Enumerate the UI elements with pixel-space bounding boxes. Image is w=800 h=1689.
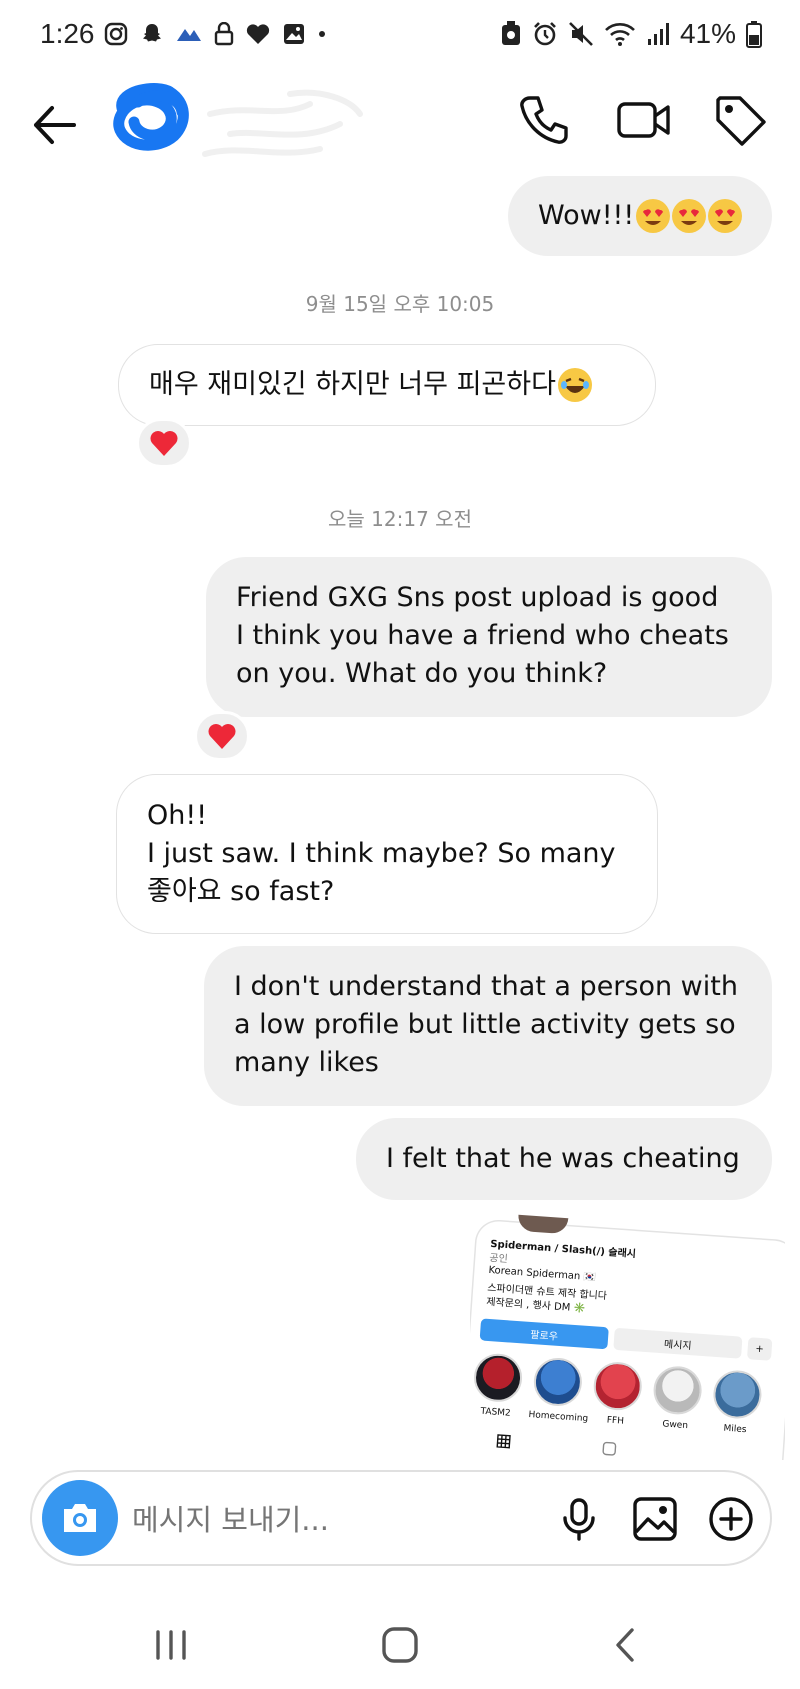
gallery-icon[interactable] — [630, 1494, 680, 1544]
timestamp: 오늘 12:17 오전 — [328, 507, 472, 531]
camera-button[interactable] — [42, 1480, 118, 1556]
status-time: 1:26 — [40, 18, 95, 49]
heart-icon — [208, 724, 236, 749]
recent-apps-icon[interactable] — [146, 1620, 196, 1670]
message-incoming[interactable]: 매우 재미있긴 하지만 너무 피곤하다 — [118, 344, 656, 426]
wifi-icon — [605, 23, 635, 46]
video-call-icon[interactable] — [616, 92, 672, 148]
follow-button: 팔로우 — [479, 1318, 609, 1350]
message-line: I just saw. I think maybe? So many — [147, 838, 616, 869]
reels-icon — [602, 1441, 617, 1456]
grid-icon — [496, 1434, 511, 1449]
message-line: many likes — [234, 1047, 379, 1078]
profile-name: Spiderman / Slash(/) 슬래시 — [489, 1238, 637, 1261]
message-line: a low profile but little activity gets s… — [234, 1009, 736, 1040]
message-outgoing[interactable]: I felt that he was cheating — [356, 1118, 772, 1200]
message-line: Oh!! — [147, 800, 208, 831]
battery-percent: 41% — [679, 18, 736, 49]
story-highlight: Miles — [708, 1368, 766, 1437]
snapchat-icon — [143, 24, 161, 42]
tag-icon[interactable] — [712, 92, 768, 148]
back-nav-icon[interactable] — [601, 1620, 651, 1670]
system-navigation-bar — [0, 1600, 800, 1689]
status-notification-icons — [104, 22, 326, 46]
phone-icon[interactable] — [516, 92, 572, 148]
heart-eyes-emoji-icon — [636, 199, 671, 233]
story-highlight: TASM2 — [470, 1352, 527, 1420]
back-arrow-icon[interactable] — [28, 98, 82, 152]
message-outgoing[interactable]: I don't understand that a person with a … — [204, 946, 772, 1106]
message-line: I don't understand that a person with — [234, 971, 738, 1002]
story-highlight: FFH — [588, 1360, 646, 1428]
cloud-icon — [177, 29, 201, 41]
status-bar: 1:26 41% — [0, 0, 800, 74]
signal-icon — [647, 23, 669, 45]
lock-icon — [214, 22, 234, 46]
camera-icon — [64, 1504, 96, 1532]
message-composer — [30, 1470, 772, 1566]
message-outgoing[interactable]: Wow!!! — [508, 176, 772, 256]
microphone-icon[interactable] — [554, 1494, 604, 1544]
battery-saver-icon — [501, 21, 520, 45]
avatar-redacted[interactable] — [108, 78, 198, 158]
message-line: on you. What do you think? — [236, 658, 608, 689]
add-person-icon: + — [746, 1337, 773, 1361]
profile-category: 공인 — [488, 1252, 509, 1266]
gallery-status-icon — [284, 24, 304, 44]
more-dot-icon — [319, 31, 325, 37]
status-system-icons: 41% — [500, 18, 762, 50]
heart-reaction[interactable] — [194, 711, 250, 761]
home-icon[interactable] — [375, 1620, 425, 1670]
laughing-emoji-icon — [557, 368, 592, 402]
shared-image-message[interactable]: Spiderman / Slash(/) 슬래시 공인 Korean Spide… — [470, 1212, 785, 1460]
alarm-icon — [534, 22, 556, 46]
message-text: Wow!!! — [538, 200, 635, 231]
message-line: 좋아요 so fast? — [147, 876, 335, 907]
chat-header — [0, 74, 800, 174]
highlight-label: TASM2 — [480, 1406, 511, 1419]
message-text: I felt that he was cheating — [386, 1143, 740, 1174]
instagram-icon — [104, 22, 128, 46]
timestamp: 9월 15일 오후 10:05 — [305, 292, 495, 316]
message-line: I think you have a friend who cheats — [236, 620, 729, 651]
add-content-icon[interactable] — [706, 1494, 756, 1544]
highlight-label: FFH — [606, 1415, 625, 1427]
message-incoming[interactable]: Oh!! I just saw. I think maybe? So many … — [116, 774, 658, 934]
heart-icon — [150, 431, 178, 456]
highlight-label: Miles — [723, 1423, 747, 1436]
heart-reaction[interactable] — [136, 418, 192, 468]
highlight-label: Gwen — [662, 1419, 689, 1432]
message-button: 메시지 — [613, 1327, 743, 1359]
profile-picture — [517, 1214, 569, 1235]
heart-eyes-emoji-icon — [672, 199, 707, 233]
shared-profile-screenshot: Spiderman / Slash(/) 슬래시 공인 Korean Spide… — [470, 1214, 785, 1460]
message-outgoing[interactable]: Friend GXG Sns post upload is good I thi… — [206, 557, 772, 717]
mute-icon — [569, 22, 593, 46]
message-line: Friend GXG Sns post upload is good — [236, 582, 719, 613]
story-highlight: Homecoming — [528, 1356, 589, 1425]
story-highlight: Gwen — [648, 1364, 706, 1433]
battery-icon — [746, 21, 762, 48]
message-input[interactable] — [132, 1498, 512, 1542]
message-text: 매우 재미있긴 하지만 너무 피곤하다 — [149, 369, 556, 400]
heart-status-icon — [246, 24, 270, 44]
highlight-label: Homecoming — [528, 1410, 589, 1425]
heart-eyes-emoji-icon — [708, 199, 743, 233]
